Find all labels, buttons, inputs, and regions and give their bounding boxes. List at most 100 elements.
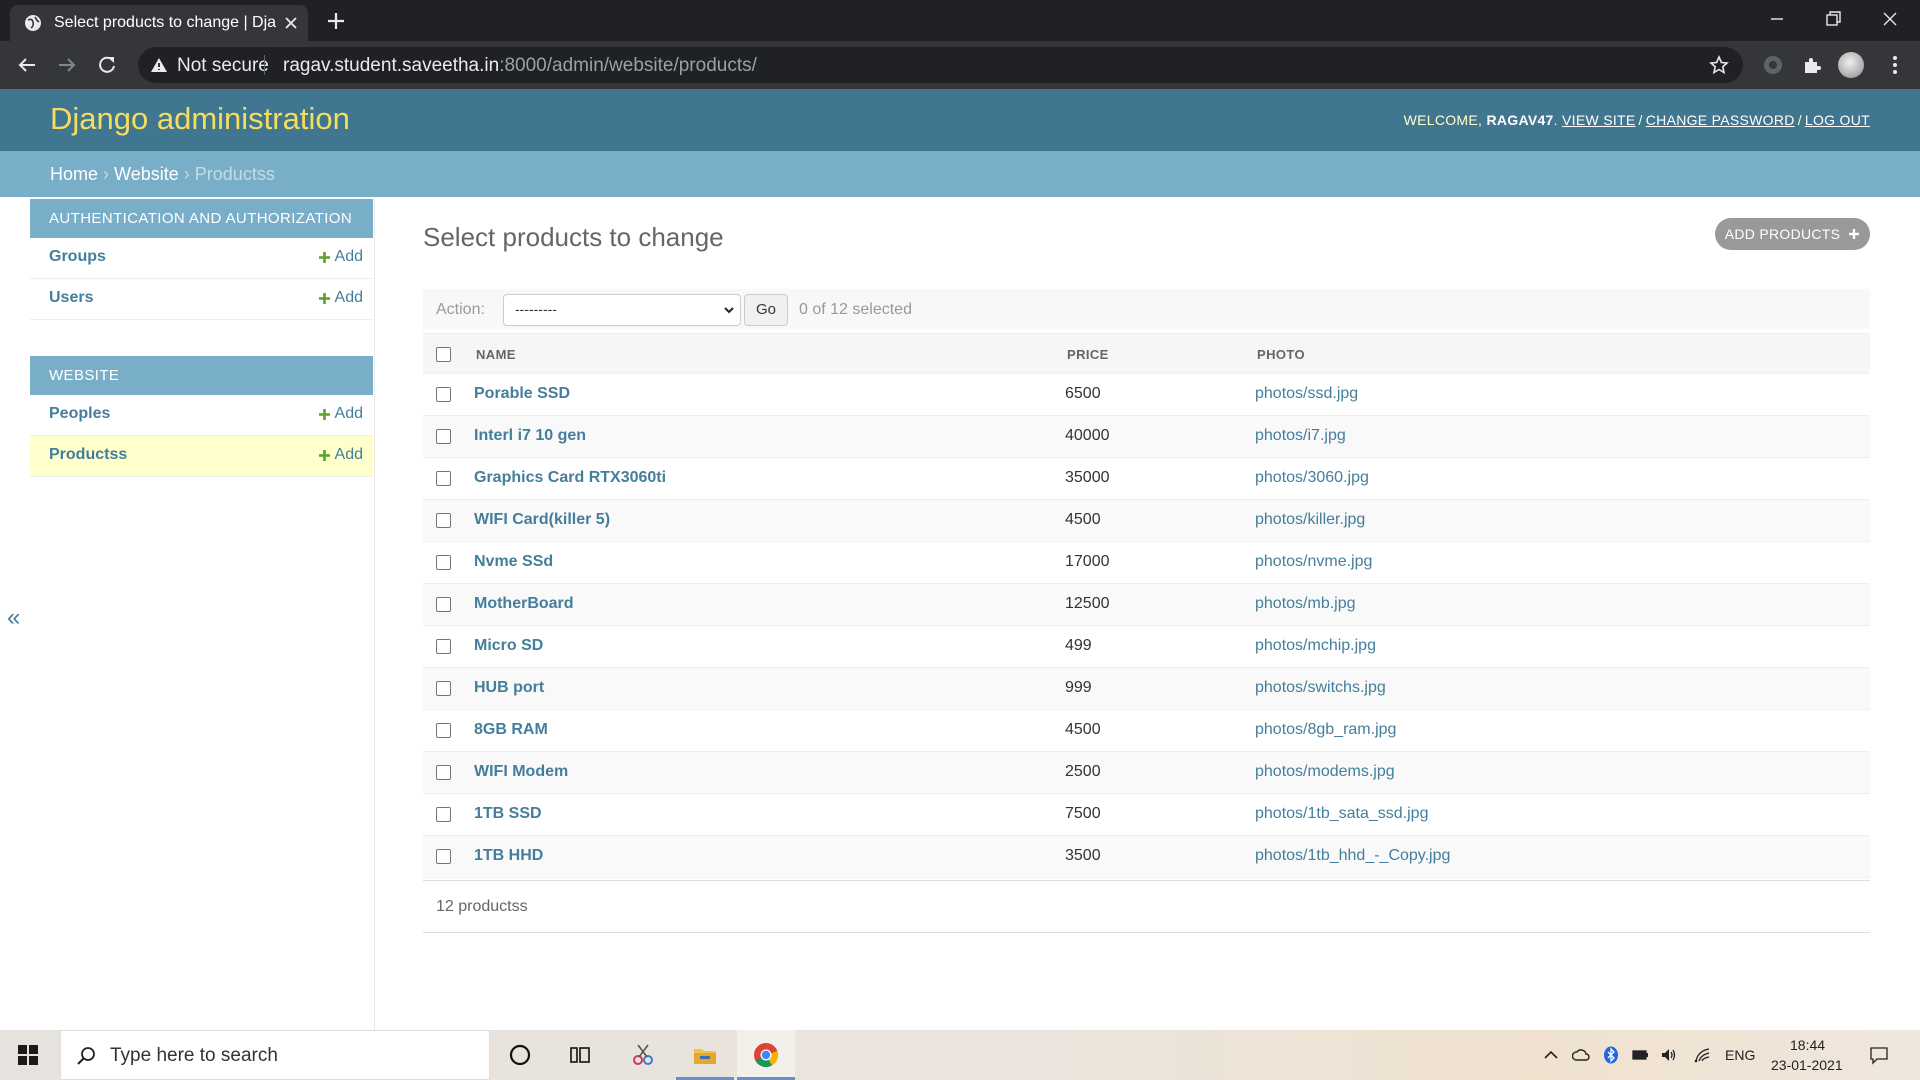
search-icon bbox=[77, 1047, 95, 1065]
puzzle-icon[interactable] bbox=[1801, 54, 1823, 76]
row-checkbox[interactable] bbox=[436, 471, 451, 486]
product-name-link[interactable]: Graphics Card RTX3060ti bbox=[474, 469, 666, 487]
product-photo: photos/mb.jpg bbox=[1255, 595, 1356, 612]
chrome-taskbar-item[interactable] bbox=[737, 1030, 795, 1080]
bluetooth-icon[interactable] bbox=[1602, 1046, 1620, 1064]
sidebar-item-label[interactable]: Users bbox=[49, 289, 93, 307]
sidebar-item-label[interactable]: Peoples bbox=[49, 405, 110, 423]
extension-icon[interactable] bbox=[1762, 54, 1784, 76]
sidebar-item-label[interactable]: Productss bbox=[49, 446, 127, 464]
product-name-link[interactable]: HUB port bbox=[474, 679, 544, 697]
row-checkbox[interactable] bbox=[436, 765, 451, 780]
add-users-link[interactable]: Add bbox=[318, 289, 363, 307]
add-label: Add bbox=[334, 446, 363, 463]
row-checkbox[interactable] bbox=[436, 555, 451, 570]
sidebar-item-users: Users Add bbox=[30, 279, 373, 320]
product-name-link[interactable]: Nvme SSd bbox=[474, 553, 553, 571]
row-checkbox[interactable] bbox=[436, 429, 451, 444]
file-explorer-taskbar-item[interactable] bbox=[676, 1030, 734, 1080]
row-checkbox[interactable] bbox=[436, 849, 451, 864]
restore-icon[interactable] bbox=[1822, 8, 1844, 30]
actions-bar: Action: --------- Go 0 of 12 selected bbox=[423, 289, 1870, 329]
change-password-link[interactable]: CHANGE PASSWORD bbox=[1646, 112, 1795, 128]
row-checkbox[interactable] bbox=[436, 807, 451, 822]
battery-icon[interactable] bbox=[1631, 1046, 1649, 1064]
snipping-tool-icon[interactable] bbox=[630, 1042, 656, 1068]
row-checkbox[interactable] bbox=[436, 639, 451, 654]
module-website: WEBSITE Peoples Add Productss Add bbox=[30, 356, 373, 477]
chevron-up-icon[interactable] bbox=[1542, 1046, 1560, 1064]
product-name-link[interactable]: Interl i7 10 gen bbox=[474, 427, 586, 445]
not-secure-label[interactable]: Not secure bbox=[177, 55, 269, 77]
product-name-link[interactable]: 1TB SSD bbox=[474, 805, 542, 823]
product-price: 4500 bbox=[1065, 721, 1101, 738]
go-button[interactable]: Go bbox=[744, 294, 788, 326]
log-out-link[interactable]: LOG OUT bbox=[1805, 112, 1870, 128]
action-select[interactable]: --------- bbox=[503, 294, 741, 326]
row-checkbox[interactable] bbox=[436, 681, 451, 696]
wifi-icon[interactable] bbox=[1693, 1046, 1711, 1064]
language-indicator[interactable]: ENG bbox=[1725, 1047, 1755, 1063]
breadcrumb-website[interactable]: Website bbox=[114, 164, 179, 184]
minimize-icon[interactable] bbox=[1766, 8, 1788, 30]
welcome-text: WELCOME, bbox=[1403, 112, 1483, 128]
add-products-button[interactable]: ADD PRODUCTS bbox=[1715, 218, 1870, 250]
back-arrow-icon[interactable] bbox=[16, 54, 38, 76]
product-name-link[interactable]: WIFI Modem bbox=[474, 763, 568, 781]
view-site-link[interactable]: VIEW SITE bbox=[1562, 112, 1636, 128]
volume-icon[interactable] bbox=[1660, 1046, 1678, 1064]
row-checkbox[interactable] bbox=[436, 723, 451, 738]
module-caption[interactable]: WEBSITE bbox=[30, 356, 373, 395]
add-groups-link[interactable]: Add bbox=[318, 248, 363, 266]
product-price: 3500 bbox=[1065, 847, 1101, 864]
add-label: Add bbox=[334, 405, 363, 422]
url-text[interactable]: ragav.student.saveetha.in:8000/admin/web… bbox=[283, 55, 757, 77]
task-view-icon[interactable] bbox=[567, 1042, 593, 1068]
product-name-link[interactable]: 8GB RAM bbox=[474, 721, 548, 739]
collapse-sidebar-button[interactable]: « bbox=[7, 604, 20, 632]
bookmark-star-icon[interactable] bbox=[1709, 55, 1729, 75]
kebab-menu-icon[interactable] bbox=[1884, 54, 1906, 76]
column-header-photo[interactable]: PHOTO bbox=[1257, 347, 1305, 362]
user-tools-separator: / bbox=[1797, 112, 1802, 128]
sidebar-item-label[interactable]: Groups bbox=[49, 248, 106, 266]
close-tab-icon[interactable] bbox=[284, 16, 298, 30]
taskbar-search-box[interactable]: Type here to search bbox=[60, 1030, 490, 1080]
row-checkbox[interactable] bbox=[436, 513, 451, 528]
cortana-icon[interactable] bbox=[507, 1042, 533, 1068]
windows-start-icon[interactable] bbox=[18, 1045, 38, 1065]
paginator: 12 productss bbox=[423, 880, 1870, 933]
address-bar[interactable]: Not secure ragav.student.saveetha.in:800… bbox=[138, 47, 1743, 83]
new-tab-icon[interactable] bbox=[326, 11, 346, 31]
product-photo: photos/3060.jpg bbox=[1255, 469, 1369, 486]
product-name-link[interactable]: WIFI Card(killer 5) bbox=[474, 511, 610, 529]
forward-arrow-icon[interactable] bbox=[56, 54, 78, 76]
product-name-link[interactable]: Porable SSD bbox=[474, 385, 570, 403]
product-price: 17000 bbox=[1065, 553, 1110, 570]
product-price: 4500 bbox=[1065, 511, 1101, 528]
site-branding[interactable]: Django administration bbox=[50, 101, 350, 137]
breadcrumb-home[interactable]: Home bbox=[50, 164, 98, 184]
profile-avatar[interactable] bbox=[1838, 52, 1864, 78]
add-peoples-link[interactable]: Add bbox=[318, 405, 363, 423]
module-caption[interactable]: AUTHENTICATION AND AUTHORIZATION bbox=[30, 199, 373, 238]
close-window-icon[interactable] bbox=[1879, 8, 1901, 30]
reload-icon[interactable] bbox=[96, 54, 118, 76]
product-name-link[interactable]: 1TB HHD bbox=[474, 847, 543, 865]
onedrive-cloud-icon[interactable] bbox=[1572, 1046, 1590, 1064]
browser-tab[interactable]: Select products to change | Django site … bbox=[10, 5, 308, 41]
table-row: Porable SSD 6500 photos/ssd.jpg bbox=[423, 374, 1870, 416]
notification-icon[interactable] bbox=[1869, 1045, 1889, 1065]
product-price: 35000 bbox=[1065, 469, 1110, 486]
product-price: 7500 bbox=[1065, 805, 1101, 822]
select-all-checkbox[interactable] bbox=[436, 347, 451, 362]
product-name-link[interactable]: Micro SD bbox=[474, 637, 543, 655]
add-productss-link[interactable]: Add bbox=[318, 446, 363, 464]
column-header-price[interactable]: PRICE bbox=[1067, 347, 1109, 362]
clock-time[interactable]: 18:44 bbox=[1790, 1037, 1825, 1053]
column-header-name[interactable]: NAME bbox=[476, 347, 516, 362]
clock-date[interactable]: 23-01-2021 bbox=[1771, 1057, 1843, 1073]
row-checkbox[interactable] bbox=[436, 387, 451, 402]
row-checkbox[interactable] bbox=[436, 597, 451, 612]
product-name-link[interactable]: MotherBoard bbox=[474, 595, 574, 613]
